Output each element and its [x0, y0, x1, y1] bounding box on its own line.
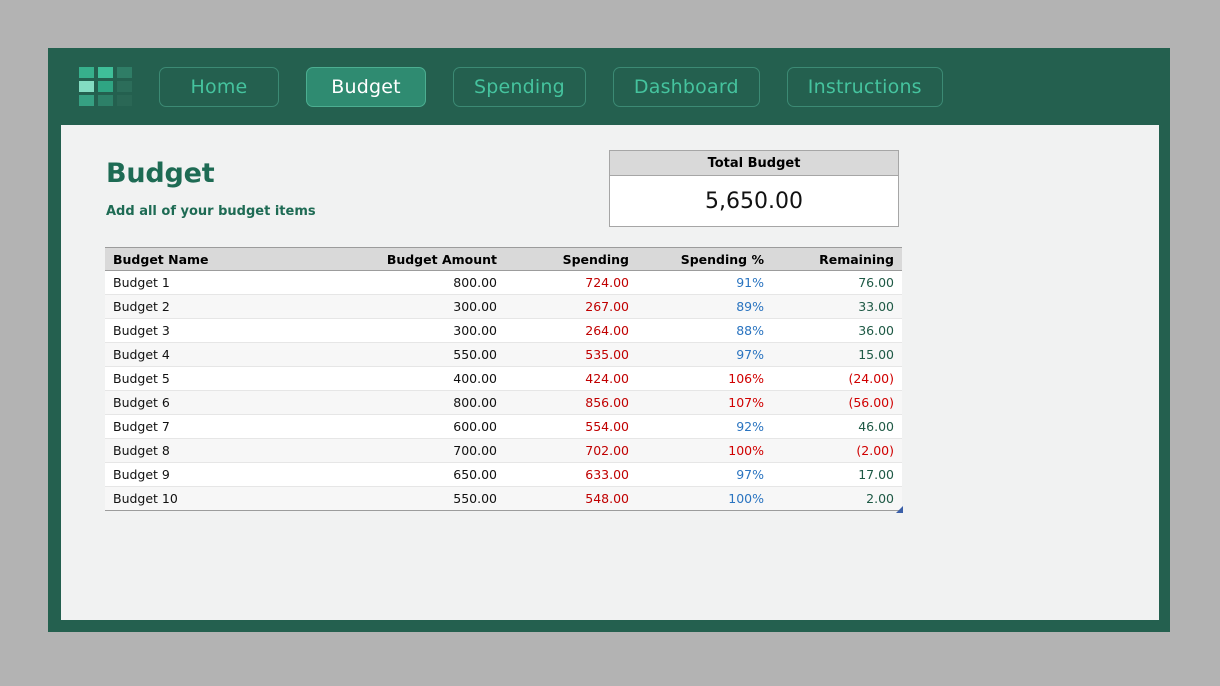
cell-spending-pct[interactable]: 97%: [637, 342, 772, 367]
cell-spending[interactable]: 535.00: [505, 342, 637, 367]
cell-spending[interactable]: 424.00: [505, 366, 637, 391]
cell-budget-name[interactable]: Budget 8: [105, 438, 355, 463]
cell-budget-name[interactable]: Budget 6: [105, 390, 355, 415]
content-area: Budget Add all of your budget items Tota…: [61, 125, 1159, 620]
cell-budget-amount[interactable]: 550.00: [355, 342, 505, 367]
page-subtitle: Add all of your budget items: [106, 204, 316, 219]
column-header-budget-amount[interactable]: Budget Amount: [355, 247, 505, 271]
cell-spending-pct[interactable]: 88%: [637, 318, 772, 343]
cell-spending[interactable]: 554.00: [505, 414, 637, 439]
app-header: Home Budget Spending Dashboard Instructi…: [48, 48, 1170, 125]
budget-table-body: Budget 1 800.00 724.00 91% 76.00 Budget 2 300.…: [105, 270, 902, 511]
cell-remaining[interactable]: (56.00): [772, 390, 902, 415]
cell-spending-pct[interactable]: 106%: [637, 366, 772, 391]
logo-cell-7: [79, 94, 94, 106]
logo-cell-6: [117, 80, 132, 92]
nav-label-home: Home: [190, 75, 248, 98]
total-budget-value: 5,650.00: [705, 189, 803, 214]
cell-remaining[interactable]: (24.00): [772, 366, 902, 391]
cell-budget-amount[interactable]: 650.00: [355, 462, 505, 487]
table-row[interactable]: Budget 6 800.00 856.00 107% (56.00): [105, 390, 902, 415]
budget-table-container: Budget Name Budget Amount Spending Spend…: [105, 247, 903, 513]
cell-budget-name[interactable]: Budget 9: [105, 462, 355, 487]
cell-spending-pct[interactable]: 91%: [637, 270, 772, 295]
cell-spending-pct[interactable]: 89%: [637, 294, 772, 319]
cell-budget-name[interactable]: Budget 1: [105, 270, 355, 295]
cell-budget-amount[interactable]: 800.00: [355, 390, 505, 415]
budget-table-head: Budget Name Budget Amount Spending Spend…: [105, 247, 902, 271]
table-row[interactable]: Budget 7 600.00 554.00 92% 46.00: [105, 414, 902, 439]
nav-button-spending[interactable]: Spending: [453, 66, 586, 107]
cell-budget-amount[interactable]: 300.00: [355, 318, 505, 343]
cell-budget-amount[interactable]: 800.00: [355, 270, 505, 295]
total-budget-card: Total Budget 5,650.00: [609, 150, 899, 227]
cell-remaining[interactable]: 33.00: [772, 294, 902, 319]
table-resize-handle-icon[interactable]: [896, 506, 903, 513]
cell-remaining[interactable]: 17.00: [772, 462, 902, 487]
cell-spending[interactable]: 633.00: [505, 462, 637, 487]
grid-logo-icon: [79, 66, 133, 107]
cell-budget-amount[interactable]: 300.00: [355, 294, 505, 319]
cell-remaining[interactable]: 15.00: [772, 342, 902, 367]
column-header-spending-pct[interactable]: Spending %: [637, 247, 772, 271]
nav-button-dashboard[interactable]: Dashboard: [612, 66, 760, 107]
column-header-budget-name[interactable]: Budget Name: [105, 247, 355, 271]
logo-cell-5: [98, 80, 113, 92]
table-row[interactable]: Budget 4 550.00 535.00 97% 15.00: [105, 342, 902, 367]
column-header-remaining[interactable]: Remaining: [772, 247, 902, 271]
cell-remaining[interactable]: 2.00: [772, 486, 902, 511]
logo-cell-8: [98, 94, 113, 106]
column-header-spending[interactable]: Spending: [505, 247, 637, 271]
cell-budget-amount[interactable]: 600.00: [355, 414, 505, 439]
cell-budget-name[interactable]: Budget 5: [105, 366, 355, 391]
cell-budget-name[interactable]: Budget 3: [105, 318, 355, 343]
cell-budget-name[interactable]: Budget 2: [105, 294, 355, 319]
cell-spending[interactable]: 548.00: [505, 486, 637, 511]
cell-budget-name[interactable]: Budget 10: [105, 486, 355, 511]
table-row[interactable]: Budget 2 300.00 267.00 89% 33.00: [105, 294, 902, 319]
app-window: Home Budget Spending Dashboard Instructi…: [48, 48, 1170, 632]
cell-remaining[interactable]: 36.00: [772, 318, 902, 343]
nav-button-instructions[interactable]: Instructions: [786, 66, 943, 107]
cell-remaining[interactable]: 46.00: [772, 414, 902, 439]
nav-button-budget[interactable]: Budget: [306, 66, 426, 107]
table-row[interactable]: Budget 1 800.00 724.00 91% 76.00: [105, 270, 902, 295]
logo-cell-2: [98, 66, 113, 78]
cell-budget-amount[interactable]: 400.00: [355, 366, 505, 391]
cell-spending-pct[interactable]: 107%: [637, 390, 772, 415]
cell-budget-name[interactable]: Budget 4: [105, 342, 355, 367]
nav-label-instructions: Instructions: [807, 75, 922, 98]
logo-cell-4: [79, 80, 94, 92]
nav-label-dashboard: Dashboard: [633, 75, 739, 98]
nav-label-spending: Spending: [474, 75, 565, 98]
table-row[interactable]: Budget 3 300.00 264.00 88% 36.00: [105, 318, 902, 343]
cell-spending[interactable]: 267.00: [505, 294, 637, 319]
cell-spending-pct[interactable]: 97%: [637, 462, 772, 487]
cell-spending-pct[interactable]: 100%: [637, 486, 772, 511]
cell-spending-pct[interactable]: 100%: [637, 438, 772, 463]
page-title: Budget: [106, 158, 215, 189]
nav-label-budget: Budget: [331, 75, 401, 98]
cell-spending[interactable]: 702.00: [505, 438, 637, 463]
table-row[interactable]: Budget 10 550.00 548.00 100% 2.00: [105, 486, 902, 511]
table-row[interactable]: Budget 8 700.00 702.00 100% (2.00): [105, 438, 902, 463]
table-header-row: Budget Name Budget Amount Spending Spend…: [105, 247, 902, 271]
cell-budget-amount[interactable]: 550.00: [355, 486, 505, 511]
total-budget-label: Total Budget: [610, 151, 898, 176]
cell-remaining[interactable]: (2.00): [772, 438, 902, 463]
logo-cell-1: [79, 66, 94, 78]
cell-spending[interactable]: 724.00: [505, 270, 637, 295]
cell-budget-amount[interactable]: 700.00: [355, 438, 505, 463]
table-row[interactable]: Budget 9 650.00 633.00 97% 17.00: [105, 462, 902, 487]
cell-budget-name[interactable]: Budget 7: [105, 414, 355, 439]
table-row[interactable]: Budget 5 400.00 424.00 106% (24.00): [105, 366, 902, 391]
cell-spending[interactable]: 856.00: [505, 390, 637, 415]
cell-spending-pct[interactable]: 92%: [637, 414, 772, 439]
nav-button-home[interactable]: Home: [159, 66, 279, 107]
logo-cell-9: [117, 94, 132, 106]
cell-spending[interactable]: 264.00: [505, 318, 637, 343]
logo-cell-3: [117, 66, 132, 78]
cell-remaining[interactable]: 76.00: [772, 270, 902, 295]
budget-table: Budget Name Budget Amount Spending Spend…: [105, 247, 902, 511]
